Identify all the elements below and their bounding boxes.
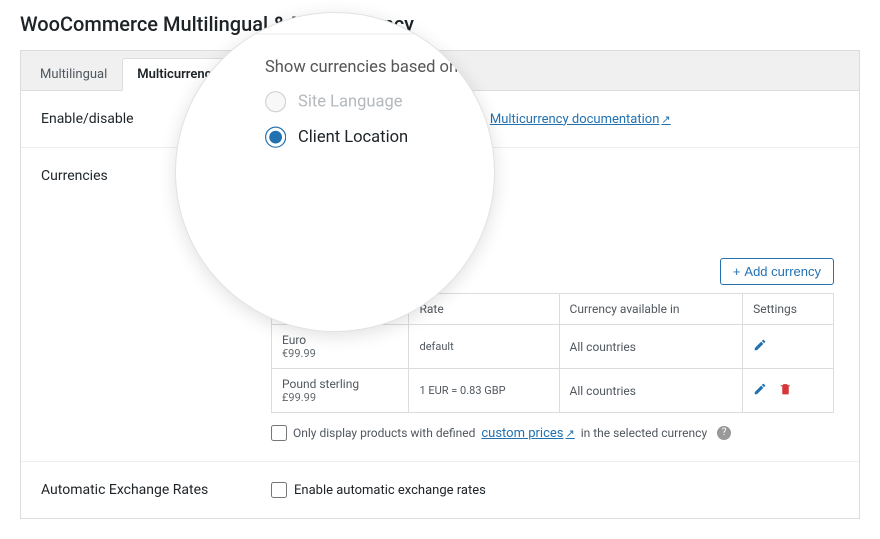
add-currency-button[interactable]: + Add currency bbox=[720, 258, 834, 285]
section-enable: Enable/disable Enable the multicurrency … bbox=[21, 91, 859, 148]
settings-panel: Multilingual Multicurrency Enable/disabl… bbox=[20, 50, 860, 519]
edit-icon[interactable] bbox=[753, 382, 767, 399]
currencies-table: Currency Rate Currency available in Sett… bbox=[271, 293, 834, 413]
table-row: Euro €99.99 default All countries bbox=[272, 325, 834, 369]
radio-site-language-label: Site Language bbox=[299, 197, 388, 213]
show-currencies-heading: Show currencies based on bbox=[271, 168, 834, 184]
plus-icon: + bbox=[733, 264, 741, 279]
tab-multilingual[interactable]: Multilingual bbox=[25, 58, 122, 91]
external-link-icon: ↗ bbox=[661, 113, 670, 126]
currency-name: Euro bbox=[282, 333, 398, 347]
currency-available: All countries bbox=[559, 369, 743, 413]
only-display-text-pre: Only display products with defined bbox=[293, 426, 475, 440]
multicurrency-doc-link[interactable]: Multicurrency documentation↗ bbox=[490, 112, 671, 127]
tabs: Multilingual Multicurrency bbox=[21, 51, 859, 91]
delete-icon[interactable] bbox=[779, 382, 792, 399]
col-settings: Settings bbox=[743, 294, 834, 325]
only-display-text-post: in the selected currency bbox=[581, 426, 707, 440]
radio-client-location[interactable] bbox=[271, 226, 289, 244]
section-auto-rates: Automatic Exchange Rates Enable automati… bbox=[21, 462, 859, 518]
radio-client-location-label: Client Location bbox=[299, 227, 392, 243]
enable-auto-rates-label: Enable automatic exchange rates bbox=[294, 483, 486, 498]
section-currencies: Currencies Show currencies based on Site… bbox=[21, 148, 859, 462]
only-display-checkbox[interactable] bbox=[271, 425, 287, 441]
col-currency: Currency bbox=[272, 294, 409, 325]
custom-prices-link[interactable]: custom prices↗ bbox=[481, 426, 574, 441]
enable-multicurrency-checkbox[interactable] bbox=[271, 111, 287, 127]
currency-rate: 1 EUR = 0.83 GBP bbox=[409, 369, 559, 413]
col-available: Currency available in bbox=[559, 294, 743, 325]
currency-price: £99.99 bbox=[282, 391, 398, 404]
tab-multicurrency[interactable]: Multicurrency bbox=[122, 58, 233, 91]
currency-price: €99.99 bbox=[282, 347, 398, 360]
edit-icon[interactable] bbox=[753, 338, 767, 355]
help-tip-icon[interactable]: ? bbox=[717, 426, 731, 440]
external-link-icon: ↗ bbox=[566, 427, 575, 440]
currency-available: All countries bbox=[559, 325, 743, 369]
section-enable-label: Enable/disable bbox=[21, 111, 271, 127]
radio-site-language[interactable] bbox=[271, 196, 289, 214]
page-title: WooCommerce Multilingual & Multicurrency bbox=[0, 0, 880, 44]
enable-auto-rates-checkbox[interactable] bbox=[271, 482, 287, 498]
currency-rate: default bbox=[409, 325, 559, 369]
section-auto-rates-label: Automatic Exchange Rates bbox=[21, 482, 271, 498]
enable-multicurrency-label: Enable the multicurrency mode bbox=[294, 112, 473, 127]
currency-name: Pound sterling bbox=[282, 377, 398, 391]
table-row: Pound sterling £99.99 1 EUR = 0.83 GBP A… bbox=[272, 369, 834, 413]
section-currencies-label: Currencies bbox=[21, 168, 271, 441]
col-rate: Rate bbox=[409, 294, 559, 325]
